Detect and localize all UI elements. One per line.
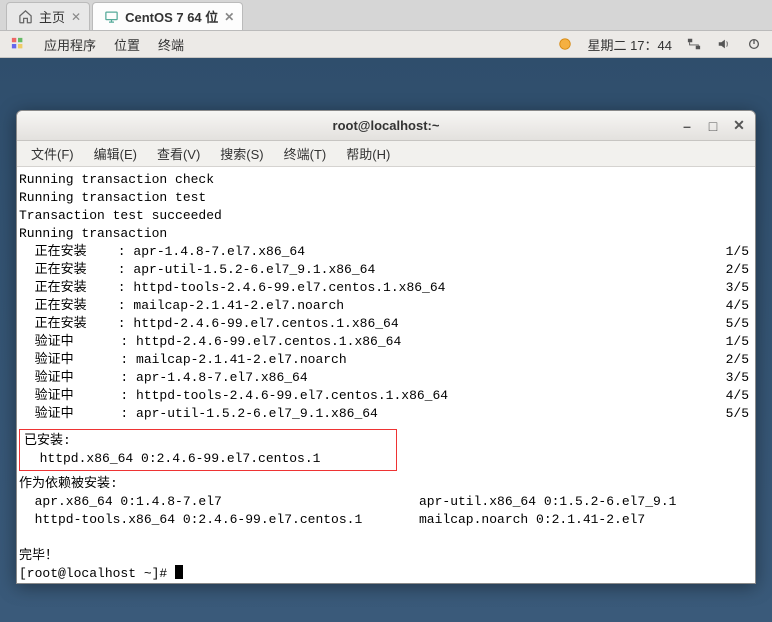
output-line: 正在安装 : mailcap-2.1.41-2.el7.noarch4/5 — [19, 297, 749, 315]
minimize-button[interactable]: – — [677, 118, 697, 134]
deps-line: httpd-tools.x86_64 0:2.4.6-99.el7.centos… — [19, 511, 749, 529]
terminal-menubar: 文件(F) 编辑(E) 查看(V) 搜索(S) 终端(T) 帮助(H) — [17, 141, 755, 167]
output-line: 正在安装 : httpd-tools-2.4.6-99.el7.centos.1… — [19, 279, 749, 297]
gnome-apps-menu[interactable]: 应用程序 — [44, 35, 96, 54]
close-icon[interactable]: ✕ — [224, 10, 234, 24]
output-line: Running transaction test — [19, 189, 749, 207]
network-icon[interactable] — [686, 36, 702, 52]
home-icon — [17, 9, 33, 25]
power-icon[interactable] — [746, 36, 762, 52]
output-line: 验证中 : mailcap-2.1.41-2.el7.noarch2/5 — [19, 351, 749, 369]
menu-search[interactable]: 搜索(S) — [212, 142, 271, 165]
output-line: 验证中 : httpd-tools-2.4.6-99.el7.centos.1.… — [19, 387, 749, 405]
host-tab-home-label: 主页 — [39, 7, 65, 26]
menu-help[interactable]: 帮助(H) — [338, 142, 398, 165]
close-icon[interactable]: ✕ — [71, 10, 81, 24]
gnome-places-menu[interactable]: 位置 — [114, 35, 140, 54]
output-line: 正在安装 : httpd-2.4.6-99.el7.centos.1.x86_6… — [19, 315, 749, 333]
host-tab-vm[interactable]: CentOS 7 64 位 ✕ — [92, 2, 243, 30]
terminal-body[interactable]: Running transaction check Running transa… — [17, 167, 755, 583]
output-line: 验证中 : apr-util-1.5.2-6.el7_9.1.x86_645/5 — [19, 405, 749, 423]
installed-highlight: 已安装: httpd.x86_64 0:2.4.6-99.el7.centos.… — [19, 429, 397, 471]
terminal-window: root@localhost:~ – □ ✕ 文件(F) 编辑(E) 查看(V)… — [16, 110, 756, 584]
terminal-titlebar[interactable]: root@localhost:~ – □ ✕ — [17, 111, 755, 141]
host-tab-home[interactable]: 主页 ✕ — [6, 2, 90, 30]
menu-edit[interactable]: 编辑(E) — [86, 142, 145, 165]
close-button[interactable]: ✕ — [729, 118, 749, 134]
deps-line: apr.x86_64 0:1.4.8-7.el7apr-util.x86_64 … — [19, 493, 749, 511]
installed-package: httpd.x86_64 0:2.4.6-99.el7.centos.1 — [24, 450, 392, 468]
menu-file[interactable]: 文件(F) — [23, 142, 82, 165]
done-line: 完毕！ — [19, 547, 749, 565]
installed-header: 已安装: — [24, 432, 392, 450]
deps-header: 作为依赖被安装: — [19, 475, 749, 493]
gnome-top-bar: 应用程序 位置 终端 星期二 17：44 — [0, 31, 772, 58]
notification-icon[interactable] — [557, 36, 573, 52]
maximize-button[interactable]: □ — [703, 118, 723, 134]
desktop: root@localhost:~ – □ ✕ 文件(F) 编辑(E) 查看(V)… — [0, 58, 772, 622]
prompt-line: [root@localhost ~]# — [19, 565, 749, 583]
output-line: 正在安装 : apr-util-1.5.2-6.el7_9.1.x86_642/… — [19, 261, 749, 279]
output-line: Running transaction check — [19, 171, 749, 189]
output-line: 验证中 : httpd-2.4.6-99.el7.centos.1.x86_64… — [19, 333, 749, 351]
gnome-terminal-menu[interactable]: 终端 — [158, 35, 184, 54]
terminal-title: root@localhost:~ — [17, 118, 755, 133]
host-tab-vm-label: CentOS 7 64 位 — [125, 7, 218, 26]
output-line: Running transaction — [19, 225, 749, 243]
menu-view[interactable]: 查看(V) — [149, 142, 208, 165]
vm-icon — [103, 9, 119, 25]
gnome-clock[interactable]: 星期二 17：44 — [587, 35, 672, 54]
cursor-icon — [175, 565, 183, 579]
output-line: 正在安装 : apr-1.4.8-7.el7.x86_641/5 — [19, 243, 749, 261]
output-line: Transaction test succeeded — [19, 207, 749, 225]
output-line — [19, 529, 749, 547]
host-tab-bar: 主页 ✕ CentOS 7 64 位 ✕ — [0, 0, 772, 31]
activities-icon[interactable] — [10, 36, 26, 52]
menu-terminal[interactable]: 终端(T) — [276, 142, 335, 165]
output-line: 验证中 : apr-1.4.8-7.el7.x86_643/5 — [19, 369, 749, 387]
volume-icon[interactable] — [716, 36, 732, 52]
